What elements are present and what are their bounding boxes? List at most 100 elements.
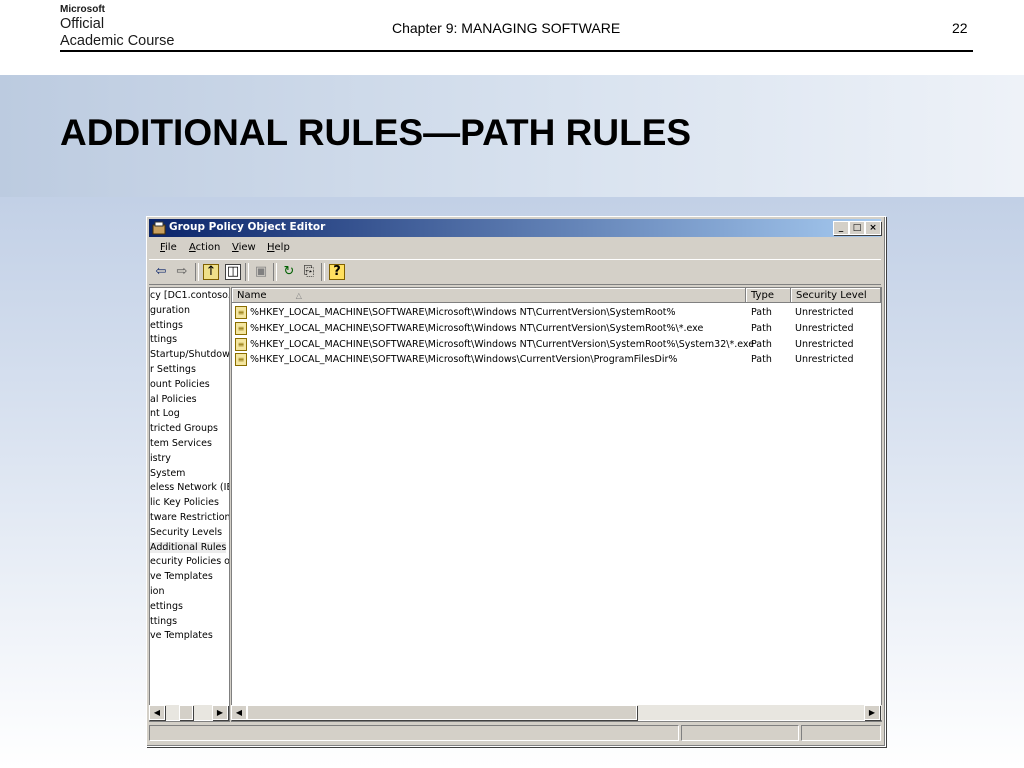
tree-item[interactable]: istry <box>150 453 171 464</box>
rule-type: Path <box>751 354 772 366</box>
status-bar <box>149 725 881 742</box>
maximize-button[interactable]: □ <box>849 221 865 235</box>
list-row[interactable]: ≡ %HKEY_LOCAL_MACHINE\SOFTWARE\Microsoft\… <box>232 352 881 368</box>
column-header-type[interactable]: Type <box>746 288 791 303</box>
rule-security-level: Unrestricted <box>795 338 854 350</box>
tree-horizontal-scrollbar[interactable]: ◀ ▶ <box>149 705 228 720</box>
scroll-right-button[interactable]: ▶ <box>212 705 228 720</box>
rule-security-level: Unrestricted <box>795 322 854 334</box>
window-title-bar[interactable]: Group Policy Object Editor _ □ × <box>149 219 881 237</box>
scroll-left-button[interactable]: ◀ <box>231 705 247 720</box>
rule-name: %HKEY_LOCAL_MACHINE\SOFTWARE\Microsoft\W… <box>250 322 704 334</box>
tree-item[interactable]: r Settings <box>150 364 196 375</box>
menu-bar: File Action View Help <box>149 239 881 257</box>
list-row[interactable]: ≡ %HKEY_LOCAL_MACHINE\SOFTWARE\Microsoft\… <box>232 321 881 337</box>
rule-name: %HKEY_LOCAL_MACHINE\SOFTWARE\Microsoft\W… <box>250 338 755 350</box>
menu-help[interactable]: Help <box>267 242 290 253</box>
tree-item[interactable]: lic Key Policies <box>150 497 219 508</box>
path-rule-icon: ≡ <box>235 306 247 319</box>
back-arrow-icon[interactable]: ⇦ <box>153 264 169 280</box>
tree-item[interactable]: ve Templates <box>150 630 213 641</box>
page-number: 22 <box>952 20 968 36</box>
group-policy-icon <box>152 221 166 235</box>
show-hide-tree-icon[interactable]: ◫ <box>225 264 241 280</box>
menu-action-accel: A <box>189 242 196 253</box>
header-divider <box>60 50 973 52</box>
scroll-right-button[interactable]: ▶ <box>864 705 880 720</box>
tree-item[interactable]: ve Templates <box>150 571 213 582</box>
help-icon[interactable]: ? <box>329 264 345 280</box>
tree-item[interactable]: al Policies <box>150 394 197 405</box>
menu-file-label: ile <box>165 242 177 253</box>
close-button[interactable]: × <box>865 221 881 235</box>
tree-item[interactable]: System <box>150 468 185 479</box>
refresh-icon[interactable]: ↻ <box>281 264 297 280</box>
delete-icon[interactable]: ▣ <box>253 264 269 280</box>
forward-arrow-icon[interactable]: ⇨ <box>174 264 190 280</box>
status-pane-main <box>149 725 679 741</box>
column-header-security-level[interactable]: Security Level <box>791 288 881 303</box>
menu-help-accel: H <box>267 242 275 253</box>
column-header-name[interactable]: Name △ <box>232 288 746 303</box>
scroll-thumb[interactable] <box>247 705 637 720</box>
group-policy-editor-window: Group Policy Object Editor _ □ × File Ac… <box>146 216 886 747</box>
up-one-level-icon[interactable]: ↑ <box>203 264 219 280</box>
menu-action[interactable]: Action <box>189 242 220 253</box>
status-pane-2 <box>681 725 799 741</box>
tree-item[interactable]: tem Services <box>150 438 212 449</box>
sort-ascending-icon: △ <box>295 291 302 300</box>
rule-type: Path <box>751 338 772 350</box>
tree-item[interactable]: ount Policies <box>150 379 210 390</box>
tree-item[interactable]: ttings <box>150 334 177 345</box>
window-title: Group Policy Object Editor <box>169 221 326 233</box>
microsoft-official-academic-course-logo: Microsoft Official Academic Course <box>60 5 174 48</box>
chapter-heading: Chapter 9: MANAGING SOFTWARE <box>392 20 621 36</box>
menu-view-label: iew <box>238 242 256 253</box>
list-row[interactable]: ≡ %HKEY_LOCAL_MACHINE\SOFTWARE\Microsoft\… <box>232 337 881 353</box>
tree-item[interactable]: Additional Rules <box>150 541 227 553</box>
export-list-icon[interactable]: ⎘ <box>301 264 317 280</box>
details-list: Name △ Type Security Level ≡ %HKEY_LOCAL_… <box>231 287 882 722</box>
logo-line-2: Academic Course <box>60 32 175 49</box>
rule-type: Path <box>751 322 772 334</box>
minimize-button[interactable]: _ <box>833 221 849 235</box>
list-header: Name △ Type Security Level <box>232 288 881 304</box>
rule-security-level: Unrestricted <box>795 354 854 366</box>
toolbar-separator <box>273 263 277 281</box>
toolbar: ⇦ ⇨ ↑ ◫ ▣ ↻ ⎘ ? <box>149 259 881 285</box>
scroll-left-button[interactable]: ◀ <box>149 705 165 720</box>
tree-item[interactable]: guration <box>150 305 190 316</box>
path-rule-icon: ≡ <box>235 337 247 351</box>
menu-file[interactable]: File <box>160 242 177 253</box>
tree-item[interactable]: Security Levels <box>150 527 222 538</box>
status-pane-3 <box>801 725 881 741</box>
tree-item[interactable]: nt Log <box>150 408 180 419</box>
toolbar-separator <box>245 263 249 281</box>
path-rule-icon: ≡ <box>235 321 247 335</box>
rule-type: Path <box>751 307 772 318</box>
tree-item[interactable]: cy [DC1.contoso. <box>150 290 229 301</box>
column-name-label: Name <box>237 290 267 301</box>
tree-item[interactable]: tware Restriction <box>150 512 229 523</box>
list-horizontal-scrollbar[interactable]: ◀ ▶ <box>231 705 882 720</box>
tree-item[interactable]: tricted Groups <box>150 423 218 434</box>
list-row[interactable]: ≡ %HKEY_LOCAL_MACHINE\SOFTWARE\Microsoft\… <box>232 305 881 321</box>
rule-name: %HKEY_LOCAL_MACHINE\SOFTWARE\Microsoft\W… <box>250 354 678 366</box>
tree-item[interactable]: ttings <box>150 616 177 627</box>
tree-item[interactable]: ion <box>150 586 164 597</box>
console-tree: cy [DC1.contoso. guration ettings ttings St… <box>149 287 230 722</box>
tree-item[interactable]: ettings <box>150 601 183 612</box>
toolbar-separator <box>321 263 325 281</box>
tree-item[interactable]: Startup/Shutdow <box>150 349 229 360</box>
logo-line-1: Official <box>60 16 105 32</box>
tree-item[interactable]: eless Network (IE <box>150 482 229 493</box>
menu-view-accel: V <box>232 242 239 253</box>
menu-view[interactable]: View <box>232 242 256 253</box>
tree-item[interactable]: ecurity Policies or <box>150 556 229 567</box>
slide-title: ADDITIONAL RULES—PATH RULES <box>60 112 692 153</box>
tree-item[interactable]: ettings <box>150 320 183 331</box>
rule-security-level: Unrestricted <box>795 307 854 318</box>
menu-help-label: elp <box>274 242 290 253</box>
scroll-thumb[interactable] <box>179 705 193 720</box>
menu-action-label: ction <box>195 242 221 253</box>
